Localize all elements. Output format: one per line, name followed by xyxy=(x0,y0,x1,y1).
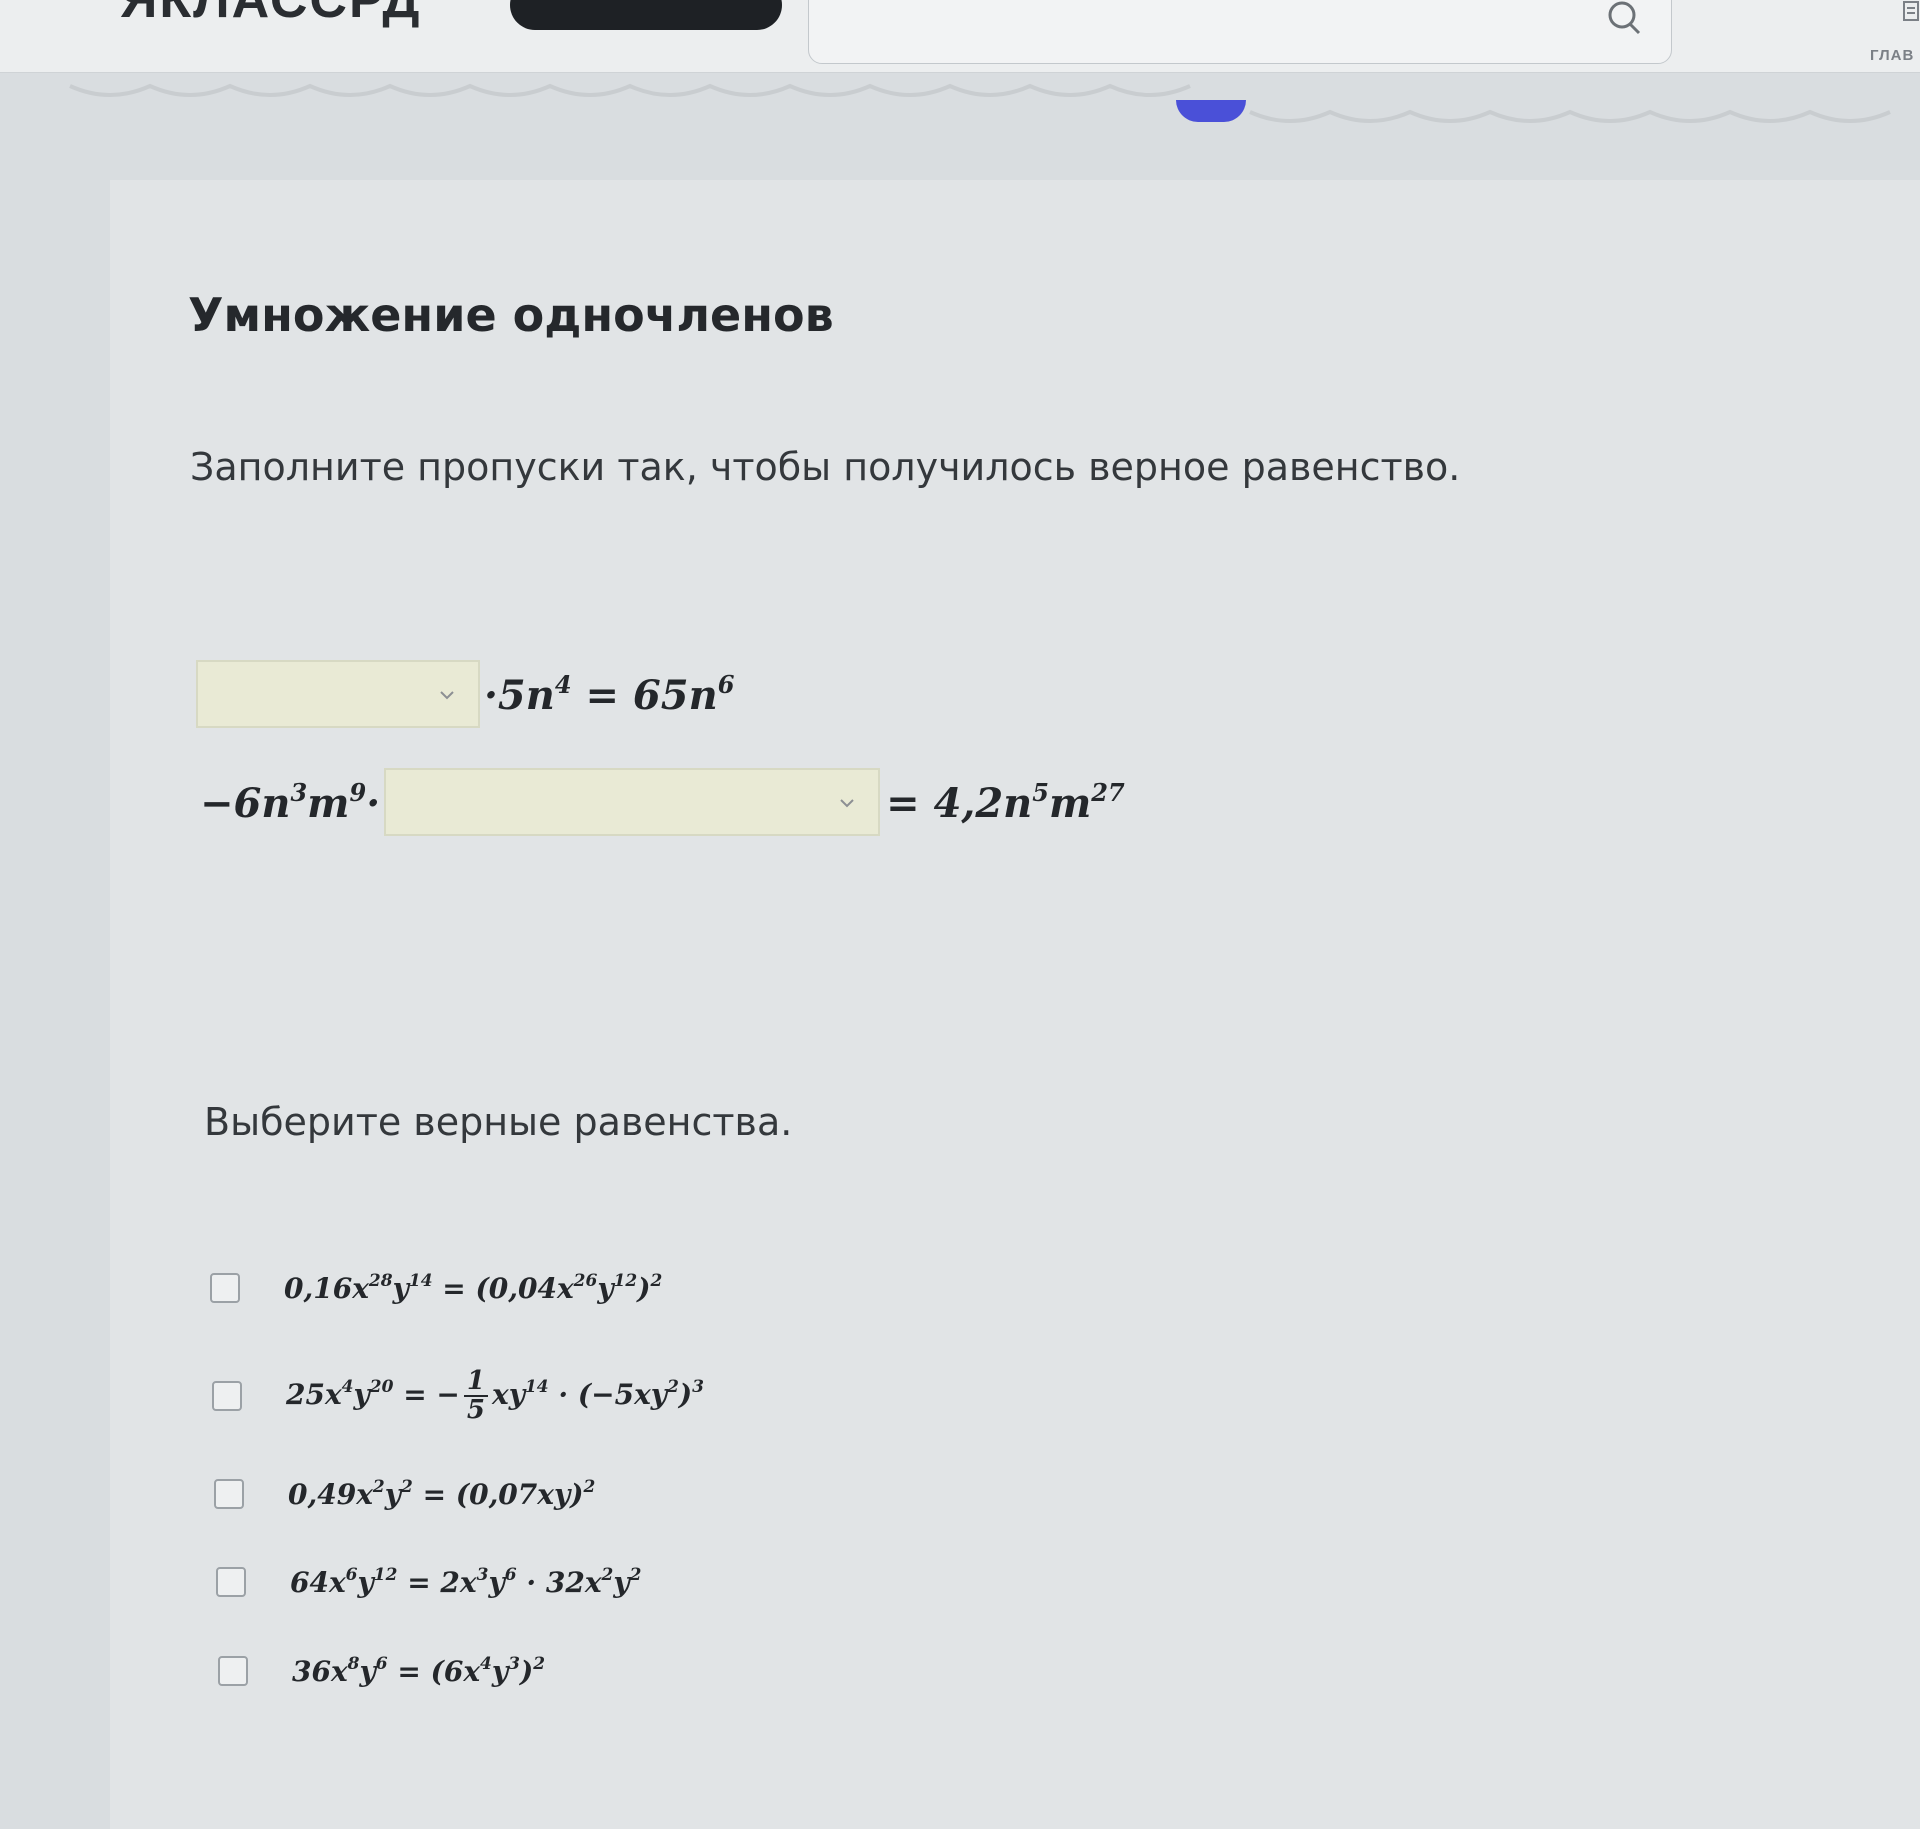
menu-icon[interactable] xyxy=(1902,0,1920,24)
chevron-down-icon[interactable] xyxy=(438,686,456,704)
search-icon[interactable] xyxy=(1605,1,1645,41)
option-equation: 36x8y6 = (6x4y3)2 xyxy=(292,1654,546,1688)
progress-steps xyxy=(69,83,1891,123)
option-checkbox[interactable] xyxy=(212,1381,242,1412)
option-checkbox[interactable] xyxy=(218,1656,248,1686)
option-equation: 64x6y12 = 2x3y6 · 32x2y2 xyxy=(290,1565,642,1599)
header-dark-button[interactable] xyxy=(510,0,782,30)
list-item[interactable]: 25x4y20 = −1 5 xy14 · (−5xy2)3 xyxy=(212,1366,704,1426)
blank-dropdown-2[interactable] xyxy=(384,768,881,836)
page-title: Умножение одночленов xyxy=(188,288,834,342)
list-item[interactable]: 0,49x2y2 = (0,07xy)2 xyxy=(214,1477,595,1511)
top-header: ЯКЛАССРД ГЛАВ xyxy=(0,0,1920,73)
list-item[interactable]: 36x8y6 = (6x4y3)2 xyxy=(218,1654,545,1688)
option-equation: 25x4y20 = −1 5 xy14 · (−5xy2)3 xyxy=(286,1366,704,1426)
search-input[interactable] xyxy=(808,0,1672,64)
list-item[interactable]: 64x6y12 = 2x3y6 · 32x2y2 xyxy=(216,1565,641,1599)
option-equation: 0,16x28y14 = (0,04x26y12)2 xyxy=(284,1271,663,1305)
chevron-down-icon[interactable] xyxy=(838,794,856,812)
equation-1: ·5n4 = 65n6 xyxy=(196,660,734,728)
equation-2: −6n3m9· = 4,2n5m27 xyxy=(200,768,1125,836)
site-logo[interactable]: ЯКЛАССРД xyxy=(120,0,421,30)
blank-dropdown-1[interactable] xyxy=(196,660,480,728)
option-checkbox[interactable] xyxy=(214,1479,244,1509)
task2-instruction: Выберите верные равенства. xyxy=(204,1100,793,1144)
option-equation: 0,49x2y2 = (0,07xy)2 xyxy=(288,1477,596,1511)
option-checkbox[interactable] xyxy=(210,1273,240,1303)
list-item[interactable]: 0,16x28y14 = (0,04x26y12)2 xyxy=(210,1271,662,1305)
equation-1-rhs: ·5n4 = 65n6 xyxy=(484,669,735,719)
task1-instruction: Заполните пропуски так, чтобы получилось… xyxy=(190,445,1461,489)
fraction: 15 xyxy=(463,1367,488,1425)
option-checkbox[interactable] xyxy=(216,1567,246,1597)
equation-2-rhs: = 4,2n5m27 xyxy=(886,777,1125,827)
main-menu-label[interactable]: ГЛАВ xyxy=(1870,47,1914,64)
progress-current-step[interactable] xyxy=(1176,100,1246,122)
equation-2-lhs: −6n3m9· xyxy=(200,777,381,827)
